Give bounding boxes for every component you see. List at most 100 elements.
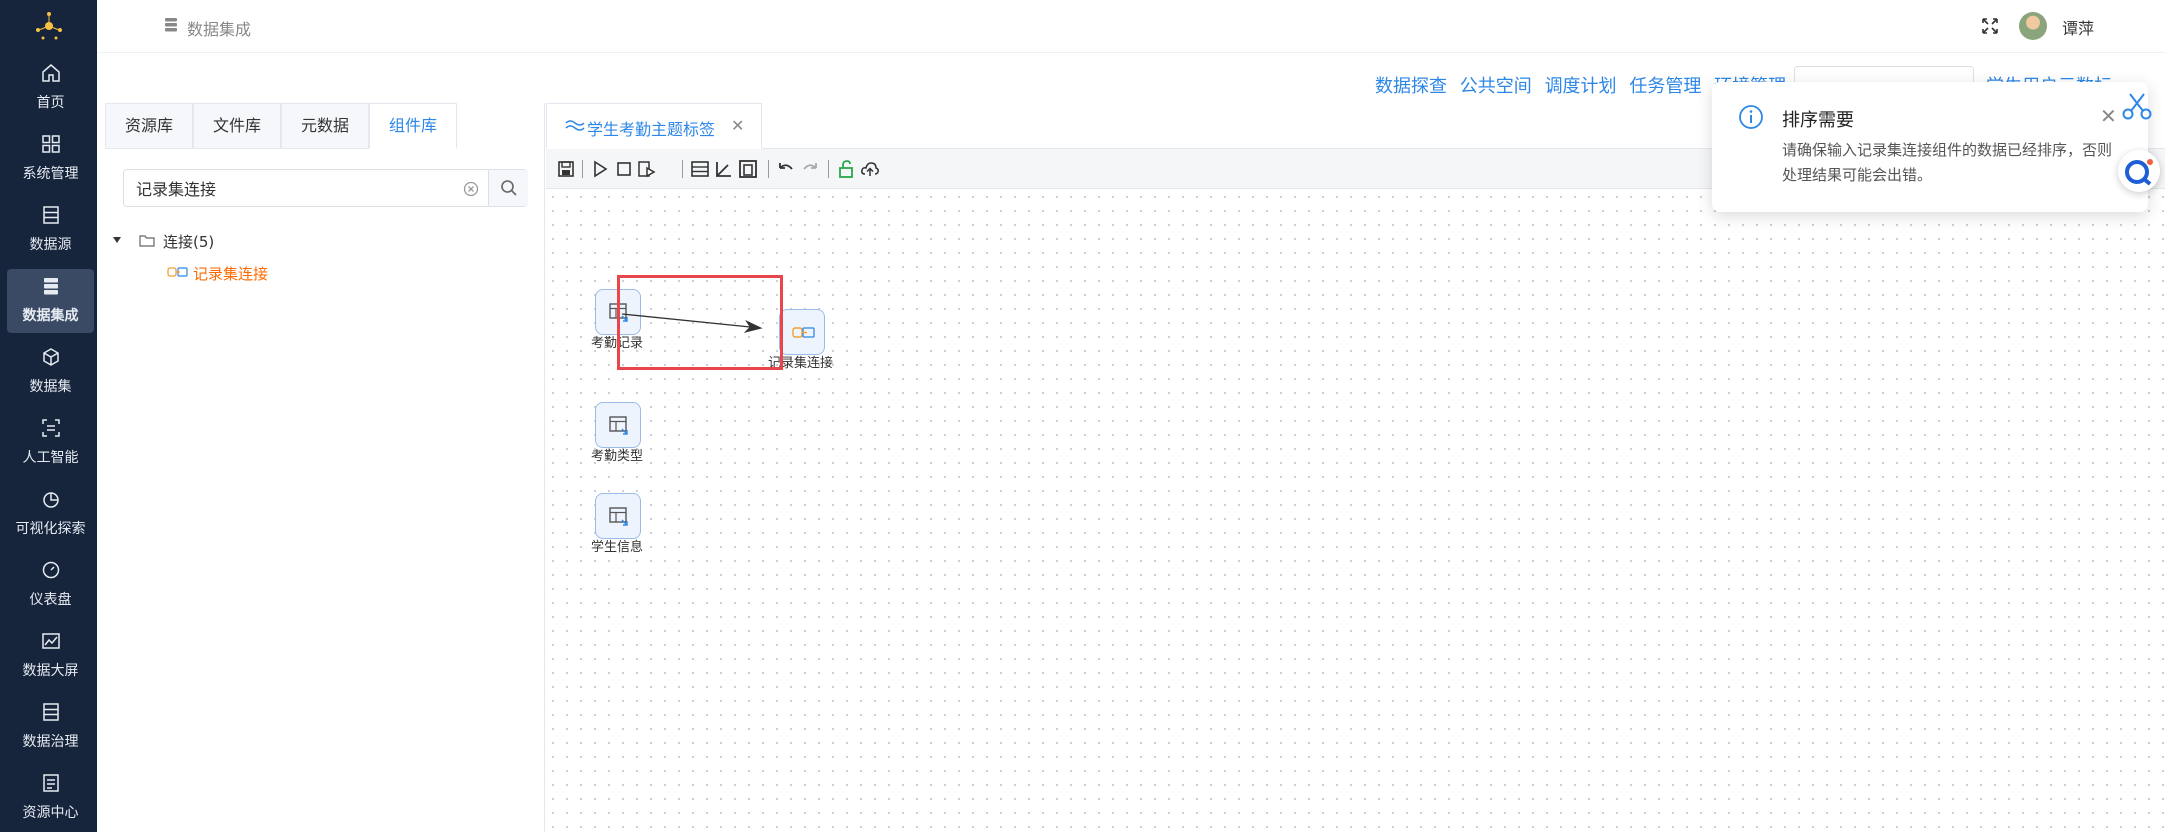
sidebar-item-dashboard[interactable]: 仪表盘 [7,553,94,617]
sidebar-item-system[interactable]: 系统管理 [7,127,94,191]
link-data-explore[interactable]: 数据探查 [1375,76,1447,97]
recordset-join-icon [792,327,815,338]
stop-icon[interactable] [614,159,634,179]
table-input-icon [609,507,628,526]
sidebar-item-bigscreen[interactable]: 数据大屏 [7,624,94,688]
search-input[interactable] [124,170,464,206]
sidebar-item-label: 首页 [36,95,65,111]
home-icon [42,64,60,82]
clear-icon[interactable] [463,181,479,197]
unlock-icon[interactable] [836,159,856,179]
sidebar-item-governance[interactable]: 数据治理 [7,695,94,759]
governance-icon [43,703,59,721]
top-header: 数据集成 谭萍 [97,0,2165,53]
layout-icon[interactable] [690,159,710,179]
sidebar-item-resource[interactable]: 资源中心 [7,766,94,830]
toolbar-divider [682,160,683,178]
cube-icon [43,348,59,366]
sidebar-item-label: 数据源 [29,237,72,253]
tab-resource-lib[interactable]: 资源库 [105,103,193,149]
tab-label: 学生考勤主题标签 [587,120,716,139]
close-icon[interactable]: ✕ [731,116,744,135]
link-public-space[interactable]: 公共空间 [1460,76,1532,97]
sidebar: 首页 系统管理 数据源 数据集成 数据集 人工智能 可视化探索 仪表盘 数据大屏… [0,0,97,832]
tree-expand-caret-icon[interactable] [113,237,121,243]
debug-run-icon[interactable] [636,159,656,179]
sidebar-item-label: 仪表盘 [29,592,72,608]
toolbar-divider [768,160,769,178]
notification-toast: 排序需要 请确保输入记录集连接组件的数据已经排序，否则处理结果可能会出错。 ✕ [1712,82,2148,212]
flow-editor: 学生考勤主题标签 ✕ [546,103,2165,832]
undo-icon[interactable] [776,159,796,179]
sidebar-item-label: 人工智能 [22,450,79,466]
notification-title: 排序需要 [1782,110,1854,131]
sidebar-item-label: 数据集 [29,379,72,395]
line-chart-icon [42,633,60,649]
ai-scan-icon [42,419,60,437]
component-search [123,169,528,207]
node-attendance-type[interactable] [595,402,641,448]
toolbar-divider [582,160,583,178]
fullscreen-icon[interactable] [1980,16,2000,36]
tree-folder-connect[interactable]: 连接(5) [163,231,214,252]
info-icon [1739,105,1763,129]
upload-cloud-icon[interactable] [860,159,880,179]
flow-wave-icon [565,120,585,131]
sidebar-item-visual-explore[interactable]: 可视化探索 [7,482,94,546]
tree-leaf-recordset-join[interactable]: 记录集连接 [167,263,268,284]
integration-icon [44,278,58,295]
assistant-button[interactable] [2118,150,2160,192]
table-input-icon [609,416,628,435]
toolbar-divider [828,160,829,178]
scissors-icon[interactable] [2118,88,2156,126]
folder-icon [139,235,155,247]
database-icon [43,206,59,224]
node-label: 考勤类型 [591,449,644,464]
sidebar-item-label: 数据集成 [22,308,79,324]
sidebar-item-dataset[interactable]: 数据集 [7,340,94,404]
node-student-info[interactable] [595,493,641,539]
sidebar-item-integration[interactable]: 数据集成 [7,269,94,333]
axis-align-icon[interactable] [714,159,734,179]
sidebar-item-ai[interactable]: 人工智能 [7,411,94,475]
resource-icon [43,774,59,792]
gauge-icon [42,561,60,579]
avatar[interactable] [2019,12,2047,40]
sidebar-item-label: 系统管理 [22,166,79,182]
library-panel: 资源库 文件库 元数据 组件库 连接(5) 记录集连接 [97,103,545,832]
chat-search-icon [2125,159,2153,186]
grid-icon [42,135,60,153]
recordset-join-icon [167,267,188,277]
run-icon[interactable] [590,159,610,179]
search-icon [501,180,517,196]
sidebar-item-label: 数据大屏 [22,663,79,679]
sidebar-item-label: 资源中心 [22,805,79,821]
link-schedule[interactable]: 调度计划 [1545,76,1617,97]
tree-leaf-label: 记录集连接 [193,265,269,283]
tab-file-lib[interactable]: 文件库 [193,103,281,149]
pie-chart-icon [43,492,59,508]
integration-icon [165,18,177,32]
link-task-manage[interactable]: 任务管理 [1629,76,1701,97]
sidebar-item-datasource[interactable]: 数据源 [7,198,94,262]
breadcrumb-text: 数据集成 [187,20,252,39]
flow-canvas[interactable] [546,190,2165,832]
tab-flow-student-attendance[interactable]: 学生考勤主题标签 ✕ [546,103,762,149]
redo-icon[interactable] [800,159,820,179]
sidebar-item-home[interactable]: 首页 [7,56,94,120]
tab-component-lib[interactable]: 组件库 [369,103,457,149]
tab-metadata[interactable]: 元数据 [281,103,369,149]
save-icon[interactable] [556,159,576,179]
node-recordset-join[interactable] [779,309,825,355]
close-icon[interactable]: ✕ [2100,104,2117,128]
notification-body: 请确保输入记录集连接组件的数据已经排序，否则处理结果可能会出错。 [1782,141,2113,184]
app-logo-icon[interactable] [33,10,65,42]
frame-icon[interactable] [738,159,758,179]
highlight-box [617,275,783,370]
breadcrumb: 数据集成 [163,16,251,40]
sidebar-item-label: 可视化探索 [15,521,86,537]
sidebar-item-label: 数据治理 [22,734,79,750]
username[interactable]: 谭萍 [2062,15,2094,39]
node-label: 学生信息 [591,540,644,555]
search-button[interactable] [488,170,528,206]
